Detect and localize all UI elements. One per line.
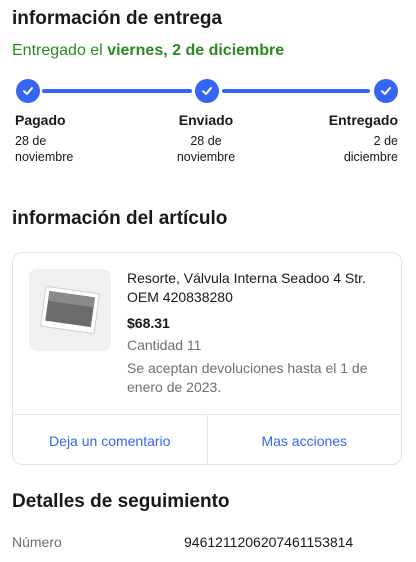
leave-feedback-button[interactable]: Deja un comentario bbox=[13, 415, 207, 464]
item-returns-policy: Se aceptan devoluciones hasta el 1 de en… bbox=[127, 360, 368, 395]
item-card: Resorte, Válvula Interna Seadoo 4 Str. O… bbox=[12, 252, 402, 465]
more-actions-button[interactable]: Mas acciones bbox=[206, 415, 402, 464]
step-date-paid: 28 de noviembre bbox=[15, 134, 74, 164]
tracking-number-value[interactable]: 9461211206207461153814 bbox=[184, 534, 353, 550]
item-info-title: información del artículo bbox=[12, 208, 228, 229]
product-photo-icon[interactable] bbox=[29, 269, 111, 351]
step-date-delivered: 2 de diciembre bbox=[343, 134, 398, 164]
step-check-icon-delivered bbox=[374, 79, 398, 103]
delivery-status-date: viernes, 2 de diciembre bbox=[107, 42, 285, 59]
progress-segment-1 bbox=[42, 89, 192, 93]
step-check-icon-shipped bbox=[195, 79, 219, 103]
step-check-icon-paid bbox=[16, 79, 40, 103]
item-quantity: Cantidad 11 bbox=[127, 337, 202, 353]
delivery-status: Entregado el viernes, 2 de diciembre bbox=[12, 42, 284, 60]
item-actions: Deja un comentario Mas acciones bbox=[13, 414, 402, 464]
tracking-details-title: Detalles de seguimiento bbox=[12, 491, 230, 512]
step-date-shipped: 28 de noviembre bbox=[176, 134, 236, 164]
progress-segment-2 bbox=[222, 89, 370, 93]
delivery-info-title: información de entrega bbox=[12, 8, 223, 29]
delivery-progress-tracker bbox=[16, 79, 398, 103]
tracking-number-label: Número bbox=[12, 534, 62, 550]
item-price: $68.31 bbox=[127, 315, 170, 331]
step-label-delivered: Entregado bbox=[328, 112, 398, 128]
step-label-paid: Pagado bbox=[15, 112, 66, 128]
item-name[interactable]: Resorte, Válvula Interna Seadoo 4 Str. O… bbox=[127, 269, 377, 307]
delivery-status-prefix: Entregado el bbox=[12, 42, 108, 59]
step-label-shipped: Enviado bbox=[178, 112, 234, 128]
